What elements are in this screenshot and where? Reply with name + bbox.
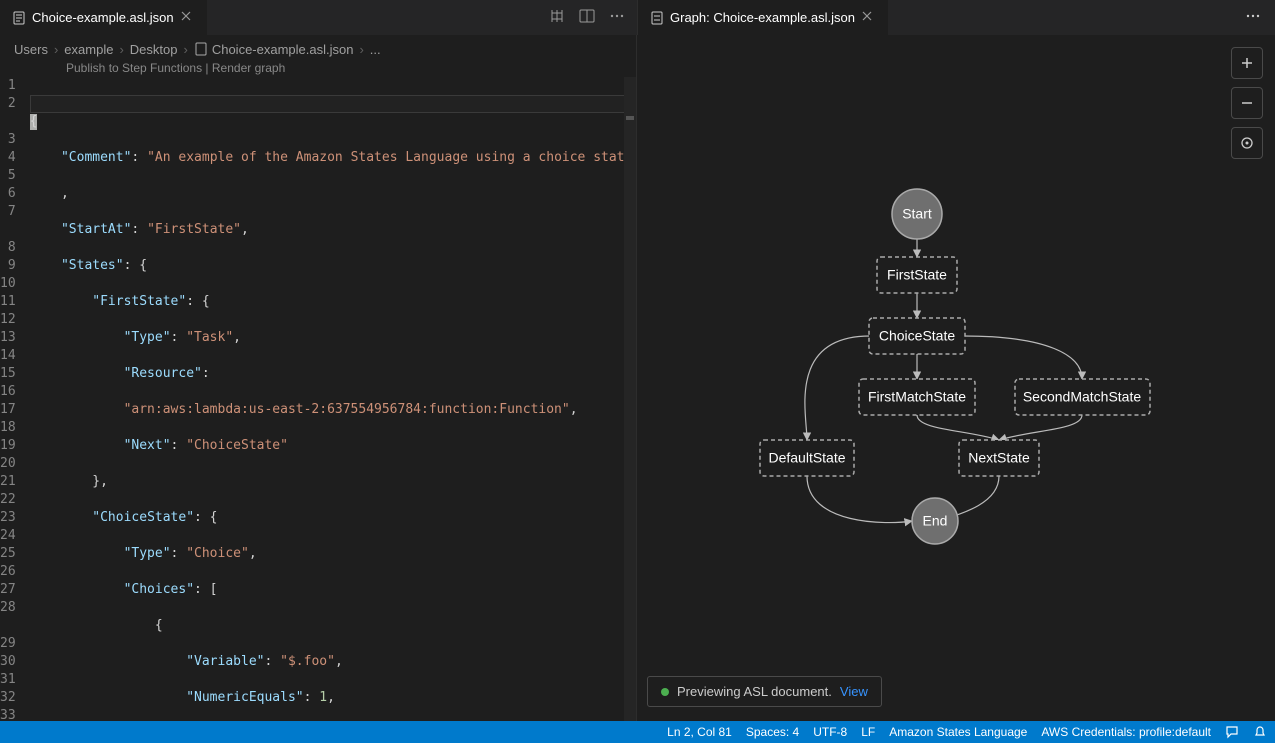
main-area: Users › example › Desktop › Choice-examp… [0, 35, 1275, 721]
chevron-right-icon: › [359, 42, 363, 57]
status-bar: Ln 2, Col 81 Spaces: 4 UTF-8 LF Amazon S… [0, 721, 1275, 743]
more-icon[interactable] [1245, 12, 1261, 27]
code-lines[interactable]: { "Comment": "An example of the Amazon S… [30, 77, 636, 721]
svg-text:ChoiceState: ChoiceState [879, 328, 955, 344]
zoom-in-button[interactable] [1231, 47, 1263, 79]
state-machine-graph[interactable]: Start FirstState ChoiceState FirstMatchS… [637, 35, 1275, 721]
breadcrumb-segment[interactable]: Desktop [130, 42, 178, 57]
center-button[interactable] [1231, 127, 1263, 159]
line-highlight [30, 95, 636, 113]
breadcrumb-segment[interactable]: ... [370, 42, 381, 57]
tab-bar: Choice-example.asl.json Graph: Choice-ex… [0, 0, 1275, 35]
graph-file-icon [650, 11, 664, 25]
breadcrumb-segment[interactable]: Users [14, 42, 48, 57]
tab-group-left: Choice-example.asl.json [0, 0, 637, 35]
code-editor[interactable]: 1234567891011121314151617181920212223242… [0, 77, 636, 721]
chevron-right-icon: › [54, 42, 58, 57]
breadcrumb-segment[interactable]: example [64, 42, 113, 57]
status-eol[interactable]: LF [861, 725, 875, 739]
status-indent[interactable]: Spaces: 4 [746, 725, 799, 739]
zoom-out-button[interactable] [1231, 87, 1263, 119]
feedback-icon[interactable] [1225, 725, 1239, 739]
codelens-render[interactable]: Render graph [212, 61, 285, 75]
code-lens: Publish to Step Functions | Render graph [0, 59, 636, 77]
tab-editor[interactable]: Choice-example.asl.json [0, 0, 207, 35]
close-icon[interactable] [180, 10, 194, 25]
status-cursor-pos[interactable]: Ln 2, Col 81 [667, 725, 732, 739]
close-icon[interactable] [861, 10, 875, 25]
status-encoding[interactable]: UTF-8 [813, 725, 847, 739]
overview-ruler[interactable] [624, 77, 636, 721]
graph-toolbar [1231, 47, 1263, 159]
svg-text:SecondMatchState: SecondMatchState [1023, 389, 1142, 405]
tab-label: Graph: Choice-example.asl.json [670, 10, 855, 25]
preview-text: Previewing ASL document. [677, 684, 832, 699]
editor-pane: Users › example › Desktop › Choice-examp… [0, 35, 637, 721]
codelens-publish[interactable]: Publish to Step Functions [66, 61, 202, 75]
notifications-icon[interactable] [1253, 725, 1267, 739]
graph-tab-actions [1231, 8, 1275, 27]
chevron-right-icon: › [183, 42, 187, 57]
svg-text:FirstMatchState: FirstMatchState [868, 389, 966, 405]
status-language[interactable]: Amazon States Language [889, 725, 1027, 739]
run-icon[interactable] [549, 8, 565, 27]
svg-text:NextState: NextState [968, 450, 1030, 466]
svg-text:Start: Start [902, 206, 932, 222]
preview-status: Previewing ASL document. View [647, 676, 882, 707]
svg-text:DefaultState: DefaultState [768, 450, 845, 466]
status-dot-icon [661, 688, 669, 696]
line-gutter: 1234567891011121314151617181920212223242… [0, 77, 30, 721]
editor-tab-actions [537, 8, 637, 27]
svg-text:End: End [923, 513, 948, 529]
svg-text:FirstState: FirstState [887, 267, 947, 283]
json-file-icon [194, 42, 208, 56]
breadcrumb[interactable]: Users › example › Desktop › Choice-examp… [0, 35, 636, 59]
json-file-icon [12, 11, 26, 25]
preview-view-link[interactable]: View [840, 684, 868, 699]
more-icon[interactable] [609, 8, 625, 27]
tab-label: Choice-example.asl.json [32, 10, 174, 25]
status-aws-credentials[interactable]: AWS Credentials: profile:default [1041, 725, 1211, 739]
chevron-right-icon: › [119, 42, 123, 57]
tab-group-right: Graph: Choice-example.asl.json [637, 0, 1275, 35]
tab-graph[interactable]: Graph: Choice-example.asl.json [638, 0, 888, 35]
breadcrumb-segment[interactable]: Choice-example.asl.json [212, 42, 354, 57]
graph-pane: Start FirstState ChoiceState FirstMatchS… [637, 35, 1275, 721]
split-editor-icon[interactable] [579, 8, 595, 27]
